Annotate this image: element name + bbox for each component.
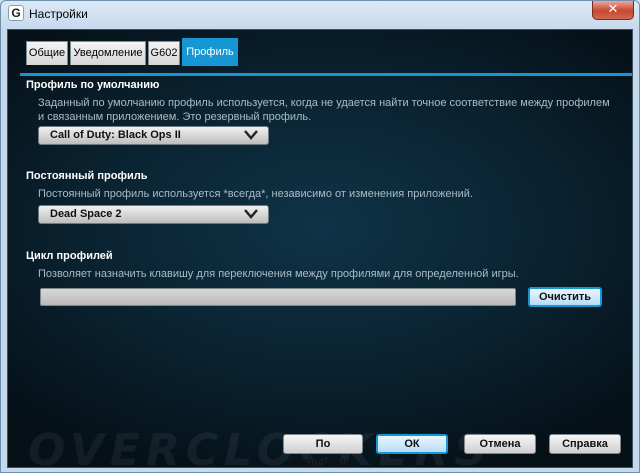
persistent-profile-dropdown[interactable]: Dead Space 2 (38, 205, 269, 224)
chevron-down-icon (244, 209, 258, 219)
settings-window: G Настройки ✕ OVERCLOCKERS Общие Уведомл… (0, 0, 640, 473)
close-button[interactable]: ✕ (592, 1, 634, 20)
cancel-button[interactable]: Отмена (464, 434, 536, 454)
default-profile-dropdown[interactable]: Call of Duty: Black Ops II (38, 126, 269, 145)
tab-strip: Общие Уведомление G602 Профиль (8, 38, 632, 76)
persistent-profile-title: Постоянный профиль (26, 170, 148, 182)
title-bar[interactable]: G Настройки ✕ (1, 1, 639, 27)
close-icon: ✕ (607, 2, 619, 17)
tab-underline (20, 73, 632, 76)
tab-g602[interactable]: G602 (148, 41, 180, 65)
window-title: Настройки (29, 7, 88, 21)
clear-button[interactable]: Очистить (528, 287, 602, 307)
tab-notifications[interactable]: Уведомление (70, 41, 146, 65)
default-profile-value: Call of Duty: Black Ops II (50, 129, 181, 141)
persistent-profile-value: Dead Space 2 (50, 208, 122, 220)
persistent-profile-description: Постоянный профиль используется *всегда*… (38, 188, 473, 200)
defaults-button[interactable]: По умолчанию (283, 434, 363, 467)
profile-cycle-description: Позволяет назначить клавишу для переключ… (38, 268, 519, 280)
help-button[interactable]: Справка (549, 434, 621, 454)
tab-general[interactable]: Общие (26, 41, 68, 65)
profile-cycle-key-field[interactable] (40, 288, 516, 306)
default-profile-title: Профиль по умолчанию (26, 79, 160, 91)
tab-profile[interactable]: Профиль (182, 38, 238, 66)
ok-button[interactable]: ОК (376, 434, 448, 454)
logitech-logo-icon: G (8, 5, 24, 21)
chevron-down-icon (244, 130, 258, 140)
profile-cycle-title: Цикл профилей (26, 250, 113, 262)
default-profile-description: Заданный по умолчанию профиль использует… (38, 97, 610, 123)
settings-panel: OVERCLOCKERS Общие Уведомление G602 Проф… (7, 29, 633, 468)
